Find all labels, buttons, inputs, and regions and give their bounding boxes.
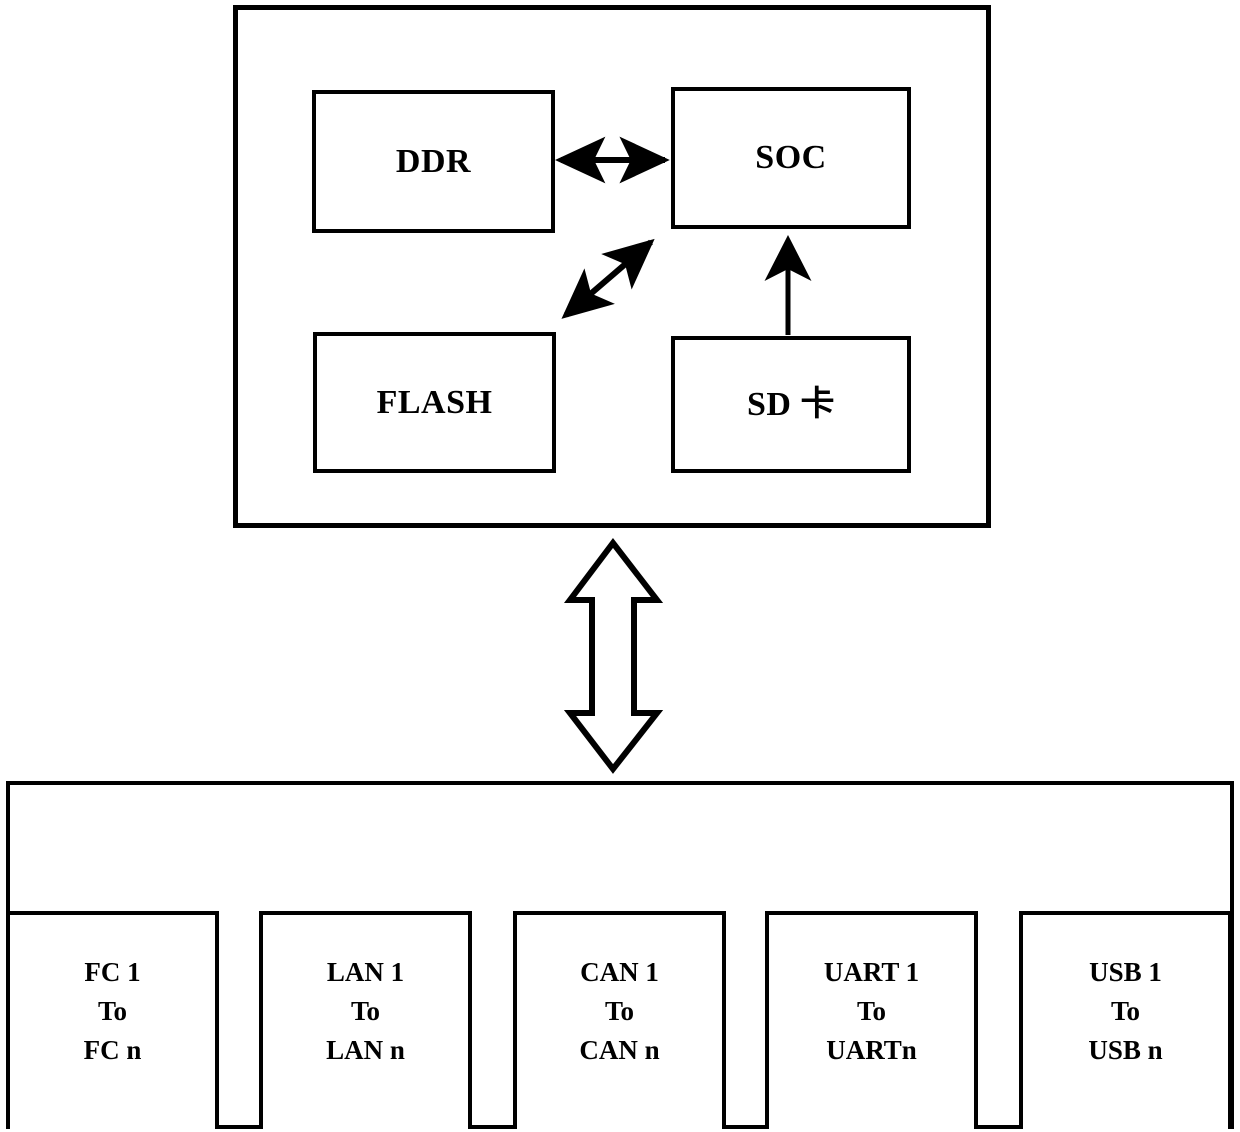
port-box-uart[interactable]: UART 1 To UARTn — [765, 911, 978, 1129]
port-fc-line2: To — [97, 996, 127, 1027]
diagram-root: DDR SOC FLASH SD 卡 FC 1 To FC n LAN 1 To… — [0, 0, 1240, 1132]
block-flash[interactable]: FLASH — [313, 332, 556, 473]
port-uart-line2: To — [856, 996, 886, 1027]
port-fc-line3: FC n — [83, 1035, 142, 1066]
port-box-uart-label: UART 1 To UARTn — [824, 953, 919, 1070]
port-uart-line1: UART 1 — [823, 957, 920, 987]
port-box-lan[interactable]: LAN 1 To LAN n — [259, 911, 472, 1129]
port-lan-line3: LAN n — [326, 1035, 405, 1066]
block-soc[interactable]: SOC — [671, 87, 911, 229]
port-can-line3: CAN n — [579, 1035, 660, 1066]
port-can-line2: To — [604, 996, 634, 1027]
port-box-fc-label: FC 1 To FC n — [84, 953, 142, 1070]
block-ddr[interactable]: DDR — [312, 90, 555, 233]
port-fc-line1: FC 1 — [84, 957, 141, 987]
port-lan-line1: LAN 1 — [326, 957, 405, 987]
port-can-line1: CAN 1 — [580, 957, 659, 987]
block-soc-label: SOC — [755, 139, 827, 177]
block-ddr-label: DDR — [395, 142, 472, 180]
port-box-usb-label: USB 1 To USB n — [1088, 953, 1162, 1070]
block-sd-card[interactable]: SD 卡 — [671, 336, 911, 473]
bus-double-block-arrow — [563, 538, 664, 774]
port-lan-line2: To — [350, 996, 381, 1027]
port-usb-line1: USB 1 — [1089, 957, 1162, 987]
port-box-fc[interactable]: FC 1 To FC n — [6, 911, 219, 1129]
port-box-usb[interactable]: USB 1 To USB n — [1019, 911, 1232, 1129]
port-box-can-label: CAN 1 To CAN n — [579, 953, 659, 1070]
port-uart-line3: UARTn — [826, 1035, 917, 1066]
port-usb-line2: To — [1110, 996, 1140, 1027]
port-usb-line3: USB n — [1088, 1035, 1163, 1066]
block-sd-card-label: SD 卡 — [747, 385, 835, 423]
port-box-can[interactable]: CAN 1 To CAN n — [513, 911, 726, 1129]
block-flash-label: FLASH — [376, 383, 493, 421]
port-box-lan-label: LAN 1 To LAN n — [326, 953, 405, 1070]
